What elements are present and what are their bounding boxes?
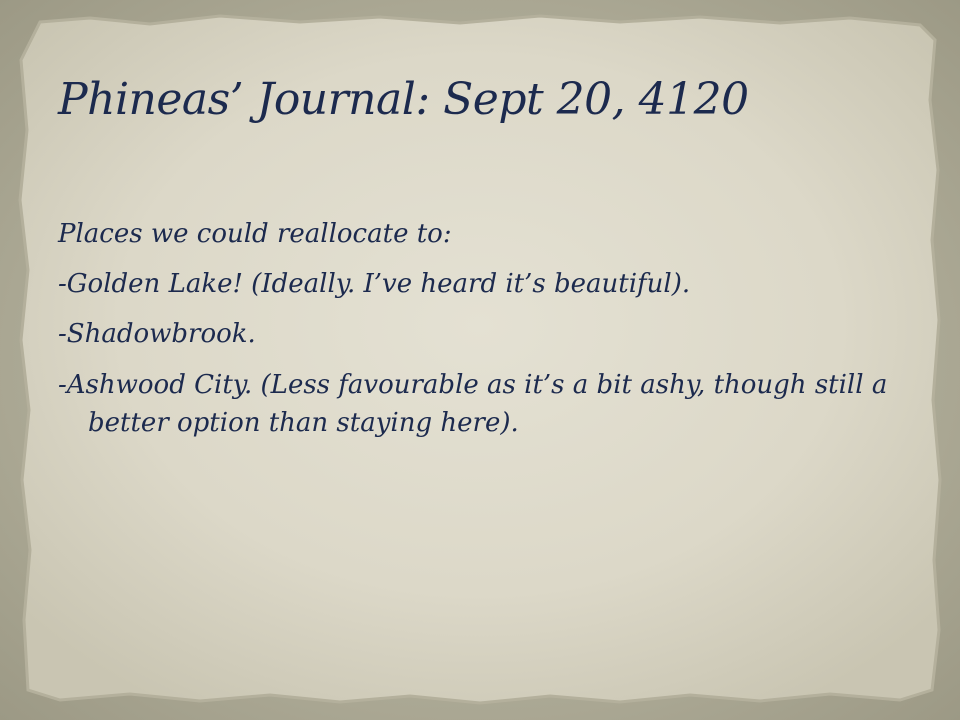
journal-entry-list: Places we could reallocate to: -Golden L… — [58, 216, 918, 456]
list-item: Places we could reallocate to: — [58, 219, 452, 249]
list-item: -Ashwood City. (Less favourable as it’s … — [58, 370, 888, 438]
list-item: -Golden Lake! (Ideally. I’ve heard it’s … — [58, 269, 691, 299]
slide: Phineas’ Journal: Sept 20, 4120 Places w… — [0, 0, 960, 720]
list-item: -Shadowbrook. — [58, 319, 256, 349]
slide-title: Phineas’ Journal: Sept 20, 4120 — [58, 74, 749, 125]
